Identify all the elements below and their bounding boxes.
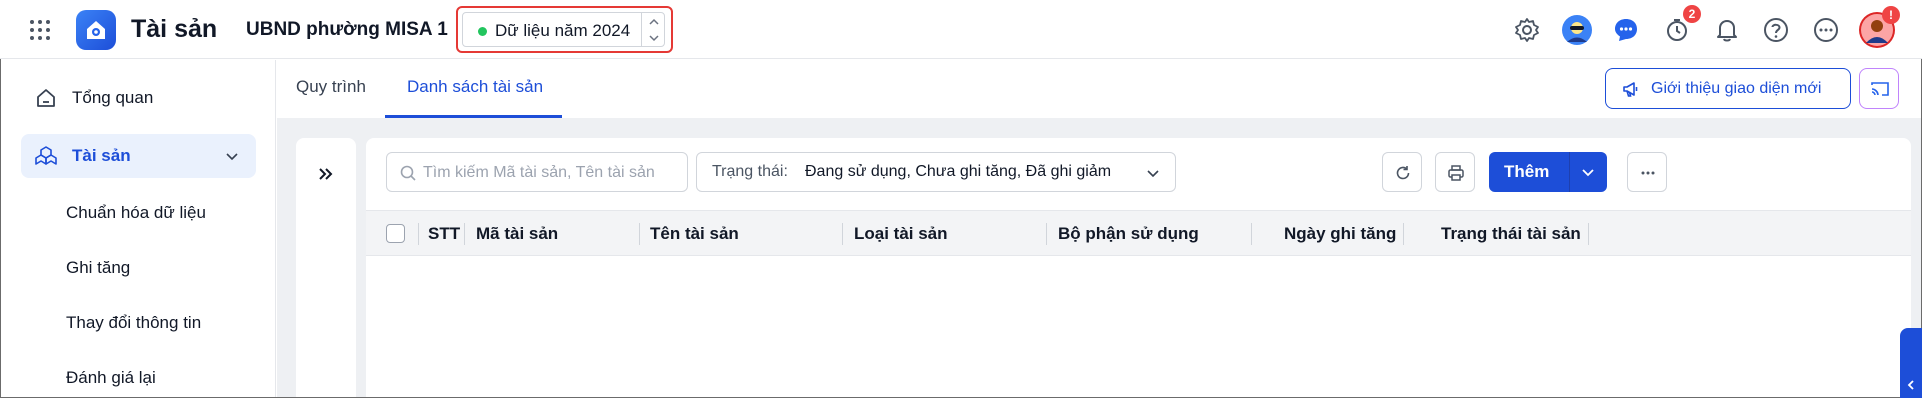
chevron-up-icon[interactable] <box>645 14 663 30</box>
column-divider <box>639 223 640 245</box>
cast-button[interactable] <box>1859 68 1899 109</box>
add-button-label: Thêm <box>1504 162 1550 181</box>
cast-icon <box>1871 82 1889 96</box>
history-badge: 2 <box>1683 5 1701 23</box>
chevron-down-icon[interactable] <box>1580 164 1596 180</box>
chevron-left-icon <box>1907 380 1914 390</box>
help-icon[interactable] <box>1762 16 1790 44</box>
sidebar-item-assets[interactable]: Tài sản <box>21 134 256 178</box>
avatar-alert-badge: ! <box>1882 6 1900 24</box>
year-selector[interactable]: Dữ liệu năm 2024 <box>462 12 665 47</box>
right-edge-drawer-tab[interactable] <box>1900 328 1922 398</box>
chevron-down-icon[interactable] <box>224 148 240 164</box>
intro-new-ui-button[interactable]: Giới thiệu giao diện mới <box>1605 68 1851 109</box>
active-tab-indicator <box>385 115 562 118</box>
select-all-checkbox[interactable] <box>386 224 405 243</box>
megaphone-icon <box>1623 82 1638 97</box>
printer-icon <box>1448 165 1464 181</box>
assistant-avatar-icon[interactable] <box>1562 15 1592 45</box>
more-icon[interactable] <box>1812 16 1840 44</box>
print-button[interactable] <box>1435 152 1475 192</box>
year-selector-highlight: Dữ liệu năm 2024 <box>456 6 673 53</box>
filter-panel-collapsed <box>296 138 356 397</box>
sidebar-item-label: Tổng quan <box>72 88 154 107</box>
sidebar-subitem-increase[interactable]: Ghi tăng <box>66 258 130 278</box>
expand-double-chevron-icon[interactable] <box>314 162 338 186</box>
year-divider <box>641 13 642 46</box>
chat-icon[interactable] <box>1612 16 1640 44</box>
home-icon <box>37 89 55 107</box>
bell-icon[interactable] <box>1713 16 1741 44</box>
intro-button-label: Giới thiệu giao diện mới <box>1651 80 1822 97</box>
column-header-stt[interactable]: STT <box>428 224 460 244</box>
organization-name[interactable]: UBND phường MISA 1 <box>246 19 448 41</box>
cubes-icon <box>35 146 57 165</box>
status-dot-icon <box>478 27 487 36</box>
column-divider <box>1046 223 1047 245</box>
tab-process[interactable]: Quy trình <box>296 77 366 97</box>
column-divider <box>418 223 419 245</box>
column-divider <box>464 223 465 245</box>
app-logo[interactable] <box>76 10 116 50</box>
top-bar: Tài sản UBND phường MISA 1 Dữ liệu năm 2… <box>0 0 1922 59</box>
table-header: STT Mã tài sản Tên tài sản Loại tài sản … <box>366 210 1911 256</box>
column-divider <box>1251 223 1252 245</box>
year-label: Dữ liệu năm 2024 <box>495 21 631 40</box>
add-button-divider <box>1569 152 1570 192</box>
add-button[interactable]: Thêm <box>1489 152 1607 192</box>
column-header-asset-code[interactable]: Mã tài sản <box>476 224 558 244</box>
more-horizontal-icon <box>1641 171 1655 175</box>
sidebar-item-overview[interactable]: Tổng quan <box>21 76 256 120</box>
sidebar-item-label: Tài sản <box>72 146 131 165</box>
column-header-increase-date[interactable]: Ngày ghi tăng <box>1284 224 1396 244</box>
main-area: Quy trình Danh sách tài sản Giới thiệu g… <box>277 60 1921 397</box>
column-divider <box>842 223 843 245</box>
sidebar-subitem-revaluate[interactable]: Đánh giá lại <box>66 368 156 388</box>
tab-bar: Quy trình Danh sách tài sản Giới thiệu g… <box>277 60 1921 118</box>
more-options-button[interactable] <box>1627 152 1667 192</box>
column-divider <box>1403 223 1404 245</box>
status-filter-value: Đang sử dụng, Chưa ghi tăng, Đã ghi giảm <box>805 163 1112 180</box>
column-header-asset-status[interactable]: Trạng thái tài sản <box>1441 224 1581 244</box>
app-title: Tài sản <box>131 15 218 43</box>
sidebar-subitem-normalize[interactable]: Chuẩn hóa dữ liệu <box>66 203 206 223</box>
column-header-asset-type[interactable]: Loại tài sản <box>854 224 948 244</box>
tab-asset-list[interactable]: Danh sách tài sản <box>407 77 543 97</box>
chevron-down-icon <box>1147 170 1159 178</box>
refresh-button[interactable] <box>1382 152 1422 192</box>
column-header-asset-name[interactable]: Tên tài sản <box>650 224 739 244</box>
asset-list-panel: Trạng thái: Đang sử dụng, Chưa ghi tăng,… <box>366 138 1911 397</box>
search-input[interactable] <box>423 161 679 185</box>
search-box[interactable] <box>386 152 688 192</box>
sidebar: Tổng quan Tài sản Chuẩn hóa dữ liệu Ghi … <box>1 60 276 397</box>
refresh-icon <box>1396 166 1410 180</box>
status-filter-label: Trạng thái: <box>712 163 788 180</box>
column-header-department[interactable]: Bộ phận sử dụng <box>1058 224 1199 244</box>
settings-icon[interactable] <box>1513 16 1541 44</box>
app-launcher-icon[interactable] <box>28 18 52 42</box>
chevron-down-icon[interactable] <box>645 30 663 46</box>
search-icon <box>400 165 416 181</box>
sidebar-subitem-change-info[interactable]: Thay đổi thông tin <box>66 313 201 333</box>
status-filter-dropdown[interactable]: Trạng thái: Đang sử dụng, Chưa ghi tăng,… <box>696 152 1176 192</box>
column-divider <box>1588 223 1589 245</box>
